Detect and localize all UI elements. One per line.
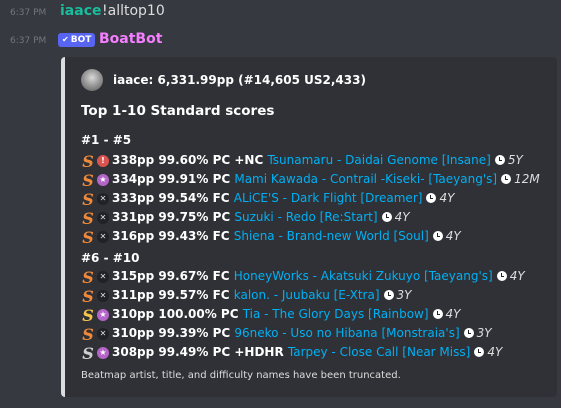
score-stats: 331pp 99.75% PC bbox=[112, 210, 235, 224]
score-stats: 315pp 99.67% FC bbox=[112, 269, 234, 283]
clock-icon bbox=[474, 347, 485, 357]
score-stats: 310pp 100.00% PC bbox=[112, 307, 243, 321]
score-row: S ★ 334pp 99.91% PC Mami Kawada - Contrail… bbox=[81, 171, 551, 190]
embed-card: iaace: 6,331.99pp (#14,605 US2,433) Top … bbox=[61, 57, 557, 397]
clock-icon bbox=[381, 212, 392, 222]
beatmap-link[interactable]: Tarpey - Close Call [Near Miss] bbox=[288, 345, 470, 359]
score-text: 311pp 99.57% FC kalon. - Juubaku [E-Xtra… bbox=[112, 288, 411, 302]
message-1: 6:37 PM iaace !alltop10 bbox=[0, 3, 561, 25]
field-name: #6 - #10 bbox=[81, 251, 140, 265]
top-score-icon: ! bbox=[97, 155, 109, 167]
cross-icon: ✕ bbox=[97, 212, 109, 224]
grade-s-icon: S bbox=[82, 152, 94, 171]
score-stats: 334pp 99.91% PC bbox=[112, 172, 235, 186]
grade-s-icon: S bbox=[82, 228, 94, 247]
message-author[interactable]: iaace bbox=[60, 3, 102, 19]
score-stats: 308pp 99.49% PC +HDHR bbox=[112, 345, 288, 359]
field-name: #1 - #5 bbox=[81, 133, 132, 147]
star-icon: ★ bbox=[97, 309, 109, 321]
bot-badge: ✔ BOT bbox=[58, 33, 96, 47]
grade-s-icon: S bbox=[82, 171, 94, 190]
score-age: 4Y bbox=[487, 345, 503, 359]
embed-footer: Beatmap artist, title, and difficulty na… bbox=[81, 370, 401, 381]
score-row: S ★ 308pp 99.49% PC +HDHR Tarpey - Close C… bbox=[81, 344, 551, 363]
grade-s-icon: S bbox=[82, 209, 94, 228]
clock-icon bbox=[432, 309, 443, 319]
message-timestamp: 6:37 PM bbox=[10, 36, 47, 46]
score-age: 4Y bbox=[445, 307, 461, 321]
clock-icon bbox=[383, 290, 394, 300]
score-age: 4Y bbox=[394, 210, 410, 224]
score-age: 4Y bbox=[439, 191, 455, 205]
score-age: 3Y bbox=[476, 326, 492, 340]
clock-icon bbox=[496, 271, 507, 281]
beatmap-link[interactable]: 96neko - Uso no Hibana [Monstraia's] bbox=[234, 326, 459, 340]
score-row: S ✕ 331pp 99.75% PC Suzuki - Redo [Re:Star… bbox=[81, 209, 551, 228]
beatmap-link[interactable]: Shiena - Brand-new World [Soul] bbox=[234, 229, 429, 243]
clock-icon bbox=[463, 328, 474, 338]
grade-s-icon: S bbox=[82, 344, 94, 363]
score-row: S ★ 310pp 100.00% PC Tia - The Glory Days … bbox=[81, 306, 551, 325]
star-icon: ★ bbox=[97, 174, 109, 186]
score-row: S ✕ 310pp 99.39% PC 96neko - Uso no Hibana… bbox=[81, 325, 551, 344]
score-stats: 333pp 99.54% FC bbox=[112, 191, 234, 205]
beatmap-link[interactable]: Tia - The Glory Days [Rainbow] bbox=[243, 307, 429, 321]
beatmap-link[interactable]: kalon. - Juubaku [E-Xtra] bbox=[234, 288, 380, 302]
grade-s-icon: S bbox=[82, 190, 94, 209]
message-2: 6:37 PM ✔ BOT BoatBot bbox=[0, 31, 561, 53]
score-age: 4Y bbox=[445, 229, 461, 243]
bot-badge-label: BOT bbox=[70, 35, 92, 45]
cross-icon: ✕ bbox=[97, 193, 109, 205]
beatmap-link[interactable]: HoneyWorks - Akatsuki Zukuyo [Taeyang's] bbox=[234, 269, 493, 283]
score-row: S! 338pp 99.60% PC +NC Tsunamaru - Daidai… bbox=[81, 152, 551, 171]
grade-s-icon: S bbox=[82, 306, 94, 325]
checkmark-icon: ✔ bbox=[62, 35, 69, 44]
score-row: S ✕ 315pp 99.67% FC HoneyWorks - Akatsuki … bbox=[81, 268, 551, 287]
star-icon: ★ bbox=[97, 347, 109, 359]
embed-title: Top 1-10 Standard scores bbox=[81, 103, 275, 119]
score-stats: 338pp 99.60% PC +NC bbox=[112, 153, 268, 167]
message-author[interactable]: BoatBot bbox=[99, 31, 162, 47]
beatmap-link[interactable]: Tsunamaru - Daidai Genome [Insane] bbox=[267, 153, 490, 167]
clock-icon bbox=[501, 174, 512, 184]
score-text: 315pp 99.67% FC HoneyWorks - Akatsuki Zu… bbox=[112, 269, 525, 283]
grade-s-icon: S bbox=[82, 325, 94, 344]
cross-icon: ✕ bbox=[97, 231, 109, 243]
clock-icon bbox=[426, 193, 437, 203]
embed-author[interactable]: iaace: 6,331.99pp (#14,605 US2,433) bbox=[113, 73, 366, 87]
beatmap-link[interactable]: ALiCE'S - Dark Flight [Dreamer] bbox=[234, 191, 423, 205]
score-row: S ✕ 316pp 99.43% FC Shiena - Brand-new Wor… bbox=[81, 228, 551, 247]
score-row: S ✕ 311pp 99.57% FC kalon. - Juubaku [E-Xt… bbox=[81, 287, 551, 306]
score-text: 331pp 99.75% PC Suzuki - Redo [Re:Start]… bbox=[112, 210, 410, 224]
clock-icon bbox=[494, 155, 505, 165]
beatmap-link[interactable]: Mami Kawada - Contrail -Kiseki- [Taeyang… bbox=[234, 172, 497, 186]
score-age: 4Y bbox=[509, 269, 525, 283]
score-text: 338pp 99.60% PC +NC Tsunamaru - Daidai G… bbox=[112, 153, 523, 167]
author-avatar-icon[interactable] bbox=[81, 69, 103, 91]
score-text: 333pp 99.54% FC ALiCE'S - Dark Flight [D… bbox=[112, 191, 454, 205]
cross-icon: ✕ bbox=[97, 271, 109, 283]
score-text: 308pp 99.49% PC +HDHR Tarpey - Close Cal… bbox=[112, 345, 502, 359]
score-age: 3Y bbox=[396, 288, 412, 302]
clock-icon bbox=[432, 231, 443, 241]
score-stats: 310pp 99.39% PC bbox=[112, 326, 235, 340]
score-age: 5Y bbox=[507, 153, 523, 167]
grade-s-icon: S bbox=[82, 268, 94, 287]
score-text: 316pp 99.43% FC Shiena - Brand-new World… bbox=[112, 229, 461, 243]
cross-icon: ✕ bbox=[97, 290, 109, 302]
score-age: 12M bbox=[514, 172, 540, 186]
score-row: S ✕ 333pp 99.54% FC ALiCE'S - Dark Flight … bbox=[81, 190, 551, 209]
score-stats: 316pp 99.43% FC bbox=[112, 229, 234, 243]
score-text: 310pp 99.39% PC 96neko - Uso no Hibana [… bbox=[112, 326, 492, 340]
cross-icon: ✕ bbox=[97, 328, 109, 340]
message-timestamp: 6:37 PM bbox=[10, 8, 47, 18]
grade-s-icon: S bbox=[82, 287, 94, 306]
score-stats: 311pp 99.57% FC bbox=[112, 288, 234, 302]
beatmap-link[interactable]: Suzuki - Redo [Re:Start] bbox=[234, 210, 377, 224]
score-text: 334pp 99.91% PC Mami Kawada - Contrail -… bbox=[112, 172, 540, 186]
score-text: 310pp 100.00% PC Tia - The Glory Days [R… bbox=[112, 307, 461, 321]
message-content: !alltop10 bbox=[102, 3, 165, 19]
